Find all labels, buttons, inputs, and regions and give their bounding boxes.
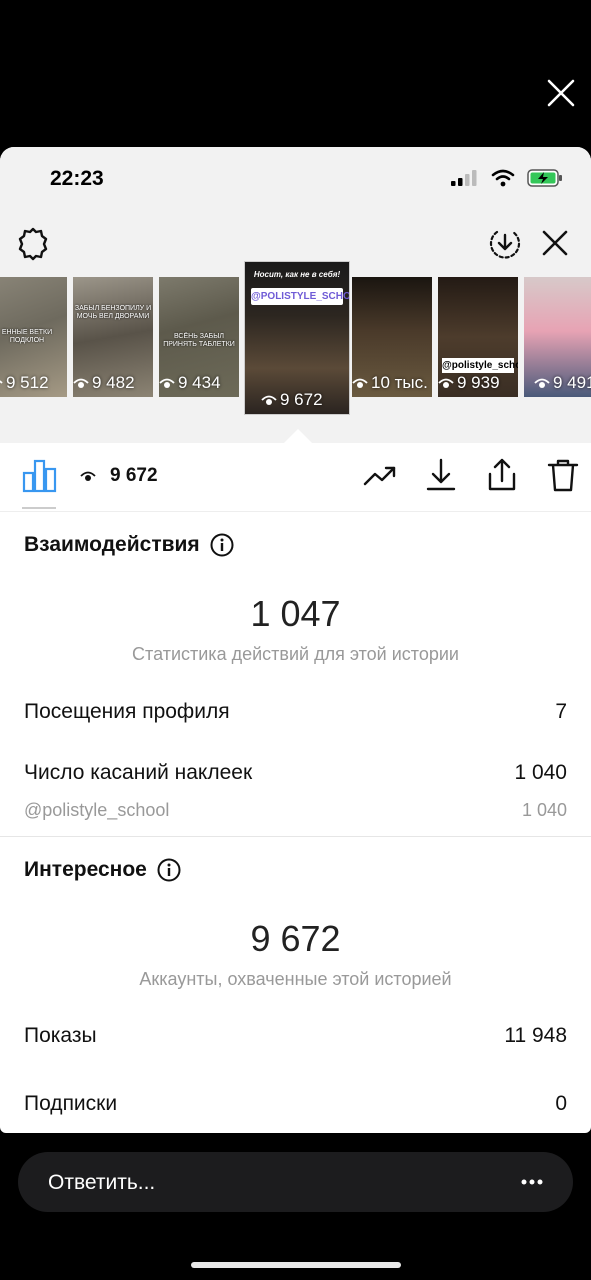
stat-label: Посещения профиля [24, 700, 230, 723]
signal-icon [451, 170, 477, 186]
discovery-section-title: Интересное [24, 858, 181, 882]
stat-label: @polistyle_school [24, 800, 170, 820]
section-divider [0, 836, 591, 837]
eye-icon [534, 378, 550, 388]
status-bar: 22:23 [0, 147, 591, 211]
download-icon[interactable] [423, 457, 459, 493]
eye-icon [0, 380, 3, 384]
discovery-total: 9 672 [250, 918, 341, 959]
stat-value: 11 948 [504, 1024, 567, 1047]
story-caption: ЕННЫЕ ВЕТКИ ПОДКЛОН [1, 329, 53, 344]
bar-chart-icon[interactable] [22, 459, 58, 493]
info-icon[interactable] [157, 858, 181, 882]
story-caption: ЗАБЫЛ БЕНЗОПИЛУ И МОЧЬ ВЕЛ ДВОРАМИ [74, 305, 152, 320]
stat-row-sticker-mention: @polistyle_school 1 040 [24, 800, 567, 821]
discovery-subtitle: Аккаунты, охваченные этой историей [139, 969, 452, 989]
eye-icon [352, 378, 368, 388]
story-views: 9 512 [6, 373, 49, 392]
reply-input[interactable]: Ответить... [18, 1152, 573, 1212]
story-mention-tag: @polistyle_school [442, 358, 518, 373]
close-icon[interactable] [540, 228, 570, 258]
info-icon[interactable] [210, 533, 234, 557]
discovery-title: Интересное [24, 858, 147, 881]
story-thumbnail[interactable]: ЗАБЫЛ БЕНЗОПИЛУ И МОЧЬ ВЕЛ ДВОРАМИ 9 482 [73, 277, 153, 397]
story-views: 9 672 [280, 390, 323, 409]
story-insights-card: 22:23 ЕННЫЕ ВЕТКИ ПОДКЛОН 9 512 ЗАБЫЛ БЕ… [0, 147, 591, 1133]
stat-value: 1 040 [514, 761, 567, 784]
more-icon[interactable] [521, 1179, 543, 1185]
stat-label: Подписки [24, 1092, 118, 1115]
story-title: Носит, как не в себя! [253, 270, 341, 279]
story-thumbnail-selected[interactable]: Носит, как не в себя! @POLISTYLE_SCHOOL … [244, 261, 350, 415]
stat-value: 7 [555, 700, 567, 723]
battery-charging-icon [527, 169, 562, 187]
gear-icon[interactable] [16, 227, 50, 261]
close-icon[interactable] [546, 78, 576, 108]
eye-icon [73, 378, 89, 388]
tab-underline [22, 507, 56, 509]
eye-icon [80, 471, 96, 481]
story-thumbnail[interactable]: 10 тыс. [352, 277, 432, 397]
story-thumbnail[interactable]: ВСЁНЬ ЗАБЫЛ ПРИНЯТЬ ТАБЛЕТКИ 9 434 [159, 277, 239, 397]
stat-row-profile-visits: Посещения профиля 7 [24, 700, 567, 724]
eye-icon [438, 378, 454, 388]
interactions-section-title: Взаимодействия [24, 533, 234, 557]
story-views: 9 434 [178, 373, 221, 392]
reply-placeholder: Ответить... [48, 1171, 156, 1194]
interactions-total: 1 047 [250, 593, 341, 634]
stat-value: 0 [555, 1092, 567, 1115]
eye-icon [261, 395, 277, 405]
stat-value: 1 040 [521, 800, 567, 820]
trending-icon[interactable] [362, 457, 398, 493]
home-indicator [191, 1262, 401, 1268]
story-views: 10 тыс. [371, 373, 428, 392]
interactions-title: Взаимодействия [24, 533, 200, 556]
story-views: 9 939 [457, 373, 500, 392]
stat-row-sticker-taps: Число касаний наклеек 1 040 [24, 761, 567, 785]
stat-row-impressions: Показы 11 948 [24, 1024, 567, 1048]
status-time: 22:23 [50, 167, 104, 190]
interactions-subtitle: Статистика действий для этой истории [132, 644, 459, 664]
share-icon[interactable] [484, 457, 520, 493]
views-count: 9 672 [110, 465, 158, 486]
story-caption: ВСЁНЬ ЗАБЫЛ ПРИНЯТЬ ТАБЛЕТКИ [163, 333, 235, 348]
story-views: 9 491 [553, 373, 591, 392]
stat-row-follows: Подписки 0 [24, 1092, 567, 1116]
story-thumbnail[interactable]: @polistyle_school 9 939 [438, 277, 518, 397]
insights-action-bar: 9 672 [0, 443, 591, 512]
trash-icon[interactable] [545, 457, 581, 493]
story-views: 9 482 [92, 373, 135, 392]
story-thumbnail[interactable]: 9 491 [524, 277, 591, 397]
story-thumbnail-strip: ЕННЫЕ ВЕТКИ ПОДКЛОН 9 512 ЗАБЫЛ БЕНЗОПИЛ… [0, 261, 591, 444]
selected-pointer [284, 429, 312, 443]
stat-label: Число касаний наклеек [24, 761, 253, 784]
stat-label: Показы [24, 1024, 97, 1047]
eye-icon [159, 378, 175, 388]
story-thumbnail[interactable]: ЕННЫЕ ВЕТКИ ПОДКЛОН 9 512 [0, 277, 67, 397]
story-mention-tag: @POLISTYLE_SCHOOL [251, 288, 349, 305]
download-circle-icon[interactable] [488, 227, 522, 261]
wifi-icon [491, 169, 515, 187]
